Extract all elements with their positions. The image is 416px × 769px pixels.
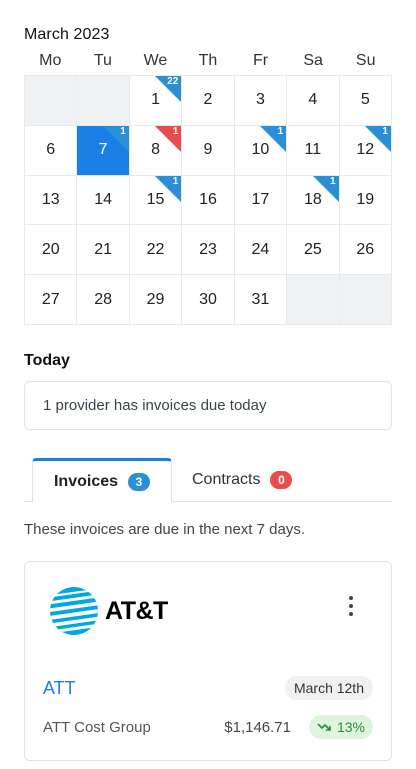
- calendar-day-29[interactable]: 29: [129, 275, 183, 325]
- tab-contracts[interactable]: Contracts 0: [192, 458, 293, 502]
- today-message: 1 provider has invoices due today: [43, 397, 267, 414]
- day-number: 5: [360, 91, 370, 109]
- calendar-day-3[interactable]: 3: [234, 76, 288, 126]
- day-number: 25: [303, 240, 322, 258]
- weekday-label: Th: [198, 52, 218, 69]
- calendar-day-1[interactable]: 1 22: [129, 76, 183, 126]
- tab-invoices[interactable]: Invoices 3: [32, 458, 172, 503]
- calendar-day-6[interactable]: 6: [25, 125, 78, 176]
- day-number: 4: [308, 91, 318, 109]
- invoice-count: 1: [382, 125, 388, 137]
- weekday-header: Mo Tu We Th Fr Sa Su: [24, 52, 392, 70]
- calendar-grid: 1 22 2 3 4 5 6 7 1 8 1 9 10 1 11 12 1 13 14 15 1 16 17 18 1 19 20 2…: [24, 75, 392, 325]
- calendar-empty-cell: [25, 76, 78, 126]
- day-number: 14: [94, 190, 113, 208]
- calendar-empty-cell: [77, 76, 130, 126]
- calendar-day-4[interactable]: 4: [287, 76, 340, 126]
- invoice-amount: $1,146.71: [224, 719, 291, 736]
- day-number: 23: [199, 240, 217, 258]
- day-number: 26: [356, 240, 375, 258]
- provider-logo: AT&T: [49, 586, 168, 636]
- calendar-day-20[interactable]: 20: [25, 225, 78, 276]
- more-options-icon[interactable]: [345, 596, 357, 616]
- weekday-label: Tu: [93, 52, 112, 69]
- month-title: March 2023: [24, 26, 110, 43]
- day-number: 19: [356, 190, 375, 208]
- day-number: 21: [94, 240, 113, 258]
- day-number: 31: [251, 290, 270, 308]
- calendar-empty-cell: [339, 275, 392, 325]
- calendar-day-9[interactable]: 9: [182, 125, 235, 176]
- day-number: 20: [41, 240, 60, 258]
- day-number: 2: [203, 91, 213, 109]
- provider-link[interactable]: ATT: [43, 678, 76, 699]
- day-number: 11: [304, 141, 322, 159]
- day-number: 13: [41, 190, 60, 208]
- calendar-empty-cell: [287, 275, 340, 325]
- calendar-day-21[interactable]: 21: [77, 225, 130, 276]
- today-heading: Today: [24, 352, 70, 369]
- calendar-day-17[interactable]: 17: [234, 175, 288, 226]
- invoice-card[interactable]: AT&T ATT March 12th ATT Cost Group $1,14…: [24, 561, 392, 761]
- day-number: 28: [94, 290, 113, 308]
- today-summary[interactable]: 1 provider has invoices due today: [24, 381, 392, 430]
- calendar-day-18[interactable]: 18 1: [287, 175, 340, 226]
- invoice-count: 1: [172, 175, 179, 187]
- logo-wordmark: AT&T: [105, 596, 168, 625]
- tab-bar: Invoices 3 Contracts 0: [24, 458, 392, 503]
- day-number: 29: [146, 290, 165, 308]
- calendar-day-14[interactable]: 14: [77, 175, 130, 226]
- day-number: 30: [199, 290, 217, 308]
- day-number: 6: [46, 141, 56, 159]
- calendar-day-11[interactable]: 11: [287, 125, 340, 176]
- tab-contracts-label: Contracts: [192, 471, 261, 488]
- calendar-day-13[interactable]: 13: [25, 175, 78, 226]
- day-number: 17: [251, 190, 270, 208]
- calendar-day-28[interactable]: 28: [77, 275, 130, 325]
- day-number: 3: [255, 91, 265, 109]
- trend-badge: 13%: [308, 715, 373, 739]
- calendar-day-15[interactable]: 15 1: [129, 175, 183, 226]
- day-number: 9: [203, 141, 213, 159]
- invoice-count: 1: [277, 125, 284, 137]
- calendar-day-22[interactable]: 22: [129, 225, 183, 276]
- calendar-day-27[interactable]: 27: [25, 275, 78, 325]
- contracts-count-badge: 0: [270, 471, 293, 489]
- calendar-day-10[interactable]: 10 1: [234, 125, 288, 176]
- weekday-label: Fr: [253, 52, 269, 69]
- due-date-chip: March 12th: [284, 676, 373, 700]
- calendar-day-25[interactable]: 25: [287, 225, 340, 276]
- att-globe-icon: [50, 587, 98, 635]
- invoice-count: 1: [120, 125, 126, 137]
- invoice-count: 1: [172, 125, 179, 137]
- calendar-day-23[interactable]: 23: [182, 225, 235, 276]
- calendar-day-26[interactable]: 26: [339, 225, 392, 276]
- calendar-day-30[interactable]: 30: [182, 275, 235, 325]
- cost-group-name: ATT Cost Group: [43, 719, 151, 736]
- weekday-label: Sa: [303, 52, 323, 69]
- trend-down-icon: [317, 723, 331, 731]
- calendar-day-24[interactable]: 24: [234, 225, 288, 276]
- trend-value: 13%: [336, 719, 365, 735]
- invoice-count: 22: [167, 76, 179, 87]
- calendar-day-5[interactable]: 5: [339, 76, 392, 126]
- day-number: 27: [41, 290, 60, 308]
- calendar-day-7[interactable]: 71: [77, 125, 130, 176]
- tab-invoices-label: Invoices: [53, 472, 119, 490]
- calendar-day-8[interactable]: 81: [129, 125, 183, 176]
- day-number: 24: [251, 240, 270, 258]
- calendar-day-12[interactable]: 12 1: [339, 125, 392, 176]
- calendar-day-31[interactable]: 31: [234, 275, 288, 325]
- calendar-day-16[interactable]: 16: [182, 175, 235, 226]
- calendar-day-2[interactable]: 2: [182, 76, 235, 126]
- invoice-count: 1: [330, 175, 336, 187]
- weekday-label: We: [143, 52, 168, 69]
- weekday-label: Mo: [39, 52, 62, 69]
- day-number: 16: [199, 190, 217, 208]
- due-note: These invoices are due in the next 7 day…: [24, 521, 306, 538]
- calendar-day-19[interactable]: 19: [339, 175, 392, 226]
- weekday-label: Su: [355, 52, 376, 69]
- day-number: 22: [146, 240, 165, 258]
- invoices-count-badge: 3: [128, 472, 151, 491]
